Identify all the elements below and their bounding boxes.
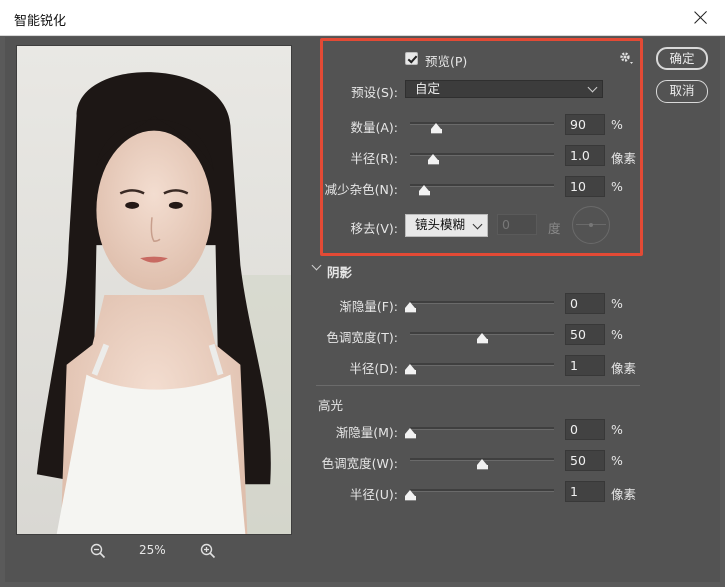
slider-track <box>410 427 554 430</box>
slider-thumb[interactable] <box>477 333 488 344</box>
chevron-down-icon <box>587 82 598 93</box>
zoom-controls: 25% <box>90 542 220 560</box>
shadow-fade-label: 渐隐量(F): <box>339 299 398 314</box>
portrait-photo <box>17 46 291 534</box>
highlight-tonal-label: 色调宽度(W): <box>321 456 398 471</box>
radius-slider[interactable] <box>410 149 554 165</box>
shadow-tonal-unit: % <box>611 327 623 342</box>
chevron-down-icon <box>472 219 483 230</box>
noise-input[interactable] <box>565 176 605 197</box>
slider-track <box>410 489 554 492</box>
preset-value: 自定 <box>415 81 441 96</box>
slider-track <box>410 301 554 304</box>
slider-thumb[interactable] <box>405 490 416 501</box>
shadow-fade-input[interactable] <box>565 293 605 314</box>
highlight-section-title: 高光 <box>318 398 344 413</box>
noise-unit: % <box>611 179 623 194</box>
highlight-radius-slider[interactable] <box>405 485 554 501</box>
zoom-out-icon[interactable] <box>90 543 106 559</box>
gear-icon[interactable] <box>618 50 634 66</box>
highlight-fade-input[interactable] <box>565 419 605 440</box>
slider-thumb[interactable] <box>405 364 416 375</box>
shadow-radius-input[interactable] <box>565 355 605 376</box>
noise-slider[interactable] <box>410 180 554 196</box>
slider-thumb[interactable] <box>405 428 416 439</box>
shadow-tonal-slider[interactable] <box>410 328 554 344</box>
remove-select[interactable]: 镜头模糊 <box>405 214 488 237</box>
amount-slider[interactable] <box>410 118 554 134</box>
angle-dial[interactable] <box>572 206 610 244</box>
zoom-in-icon[interactable] <box>200 543 216 559</box>
slider-track <box>410 363 554 366</box>
window-title: 智能锐化 <box>14 14 67 29</box>
preset-label: 预设(S): <box>351 85 398 100</box>
shadow-fade-slider[interactable] <box>405 297 554 313</box>
slider-thumb[interactable] <box>419 185 431 196</box>
angle-unit: 度 <box>548 221 561 236</box>
ok-button[interactable]: 确定 <box>656 47 708 70</box>
slider-thumb[interactable] <box>428 154 440 165</box>
amount-label: 数量(A): <box>350 120 398 135</box>
highlight-tonal-input[interactable] <box>565 450 605 471</box>
remove-label: 移去(V): <box>350 221 398 236</box>
highlight-fade-label: 渐隐量(M): <box>335 425 398 440</box>
radius-input[interactable] <box>565 145 605 166</box>
highlight-radius-label: 半径(U): <box>349 487 398 502</box>
shadow-radius-label: 半径(D): <box>349 361 398 376</box>
remove-value: 镜头模糊 <box>415 217 466 232</box>
preset-select[interactable]: 自定 <box>405 80 603 98</box>
preview-image[interactable] <box>16 45 292 535</box>
angle-input[interactable] <box>497 214 537 235</box>
highlight-fade-slider[interactable] <box>405 423 554 439</box>
radius-unit: 像素 <box>611 151 637 166</box>
close-icon[interactable] <box>689 6 713 30</box>
shadow-section-title[interactable]: 阴影 <box>327 262 352 281</box>
shadow-tonal-label: 色调宽度(T): <box>326 330 398 345</box>
slider-thumb[interactable] <box>477 459 488 470</box>
radius-label: 半径(R): <box>350 151 398 166</box>
shadow-tonal-input[interactable] <box>565 324 605 345</box>
zoom-level: 25% <box>139 543 166 557</box>
shadow-radius-slider[interactable] <box>405 359 554 375</box>
shadow-radius-unit: 像素 <box>611 361 637 376</box>
preview-checkbox[interactable] <box>405 52 418 65</box>
highlight-radius-unit: 像素 <box>611 487 637 502</box>
highlight-tonal-slider[interactable] <box>410 454 554 470</box>
slider-thumb[interactable] <box>405 302 416 313</box>
shadow-fade-unit: % <box>611 296 623 311</box>
title-bar: 智能锐化 <box>0 0 725 36</box>
preview-label: 预览(P) <box>425 54 468 69</box>
noise-label: 减少杂色(N): <box>324 182 398 197</box>
highlight-tonal-unit: % <box>611 453 623 468</box>
section-divider <box>316 385 640 386</box>
highlight-fade-unit: % <box>611 422 623 437</box>
amount-unit: % <box>611 117 623 132</box>
highlight-radius-input[interactable] <box>565 481 605 502</box>
slider-track <box>410 184 554 187</box>
amount-input[interactable] <box>565 114 605 135</box>
slider-thumb[interactable] <box>430 123 442 134</box>
cancel-button[interactable]: 取消 <box>656 80 708 103</box>
